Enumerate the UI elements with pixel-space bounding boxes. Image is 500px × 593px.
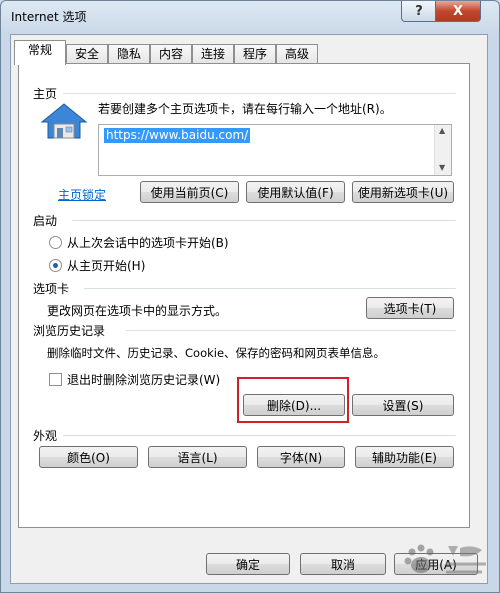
delete-on-exit-checkbox[interactable] bbox=[49, 373, 62, 386]
delete-on-exit-label[interactable]: 退出时删除浏览历史记录(W) bbox=[67, 371, 220, 388]
appearance-divider bbox=[60, 435, 456, 436]
history-settings-button[interactable]: 设置(S) bbox=[352, 394, 454, 416]
ok-button[interactable]: 确定 bbox=[206, 553, 290, 575]
appearance-group-label: 外观 bbox=[33, 427, 64, 444]
languages-button[interactable]: 语言(L) bbox=[148, 446, 247, 468]
startup-last-session-radio[interactable] bbox=[49, 236, 62, 249]
tab-security[interactable]: 安全 bbox=[66, 44, 108, 64]
homepage-instruction: 若要创建多个主页选项卡，请在每行输入一个地址(R)。 bbox=[98, 102, 392, 116]
tab-connections[interactable]: 连接 bbox=[192, 44, 234, 64]
tab-programs[interactable]: 程序 bbox=[234, 44, 276, 64]
homepage-url-value: https://www.baidu.com/ bbox=[104, 128, 251, 143]
house-icon bbox=[40, 103, 88, 139]
use-current-page-button[interactable]: 使用当前页(C) bbox=[140, 181, 239, 203]
close-button[interactable]: X bbox=[435, 1, 481, 22]
history-description: 删除临时文件、历史记录、Cookie、保存的密码和网页表单信息。 bbox=[47, 346, 386, 360]
history-group-label: 浏览历史记录 bbox=[33, 322, 112, 339]
window-title: Internet 选项 bbox=[11, 10, 87, 24]
colors-button[interactable]: 颜色(O) bbox=[39, 446, 138, 468]
use-new-tab-button[interactable]: 使用新选项卡(U) bbox=[352, 181, 454, 203]
startup-group-label: 启动 bbox=[33, 212, 64, 229]
startup-last-session-label[interactable]: 从上次会话中的选项卡开始(B) bbox=[67, 234, 229, 251]
history-divider bbox=[126, 330, 456, 331]
scroll-up-arrow-icon[interactable]: ▲ bbox=[439, 126, 445, 135]
tab-advanced[interactable]: 高级 bbox=[276, 44, 318, 64]
textarea-scrollbar[interactable]: ▲ ▼ bbox=[434, 125, 451, 175]
fonts-button[interactable]: 字体(N) bbox=[257, 446, 345, 468]
homepage-url-textarea[interactable]: https://www.baidu.com/ ▲ ▼ bbox=[98, 124, 452, 176]
homepage-divider bbox=[60, 93, 456, 94]
help-button[interactable]: ? bbox=[401, 1, 437, 22]
watermark-logo-icon bbox=[404, 544, 486, 574]
title-bar[interactable]: Internet 选项 ? X bbox=[1, 1, 499, 33]
scroll-down-arrow-icon[interactable]: ▼ bbox=[439, 163, 445, 172]
use-default-button[interactable]: 使用默认值(F) bbox=[246, 181, 345, 203]
homepage-lock-link[interactable]: 主页锁定 bbox=[58, 186, 106, 203]
startup-home-page-label[interactable]: 从主页开始(H) bbox=[67, 257, 145, 274]
cancel-button[interactable]: 取消 bbox=[300, 553, 386, 575]
tab-privacy[interactable]: 隐私 bbox=[108, 44, 150, 64]
tabs-settings-button[interactable]: 选项卡(T) bbox=[366, 297, 454, 319]
accessibility-button[interactable]: 辅助功能(E) bbox=[355, 446, 454, 468]
tabs-section-divider bbox=[84, 288, 456, 289]
startup-divider bbox=[72, 220, 456, 221]
tab-general[interactable]: 常规 bbox=[14, 40, 66, 65]
annotation-highlight-box bbox=[237, 377, 349, 423]
tab-content[interactable]: 内容 bbox=[150, 44, 192, 64]
homepage-group-label: 主页 bbox=[33, 85, 64, 102]
tabs-section-group-label: 选项卡 bbox=[33, 280, 76, 297]
startup-home-page-radio[interactable] bbox=[49, 259, 62, 272]
tabs-section-description: 更改网页在选项卡中的显示方式。 bbox=[47, 304, 228, 318]
